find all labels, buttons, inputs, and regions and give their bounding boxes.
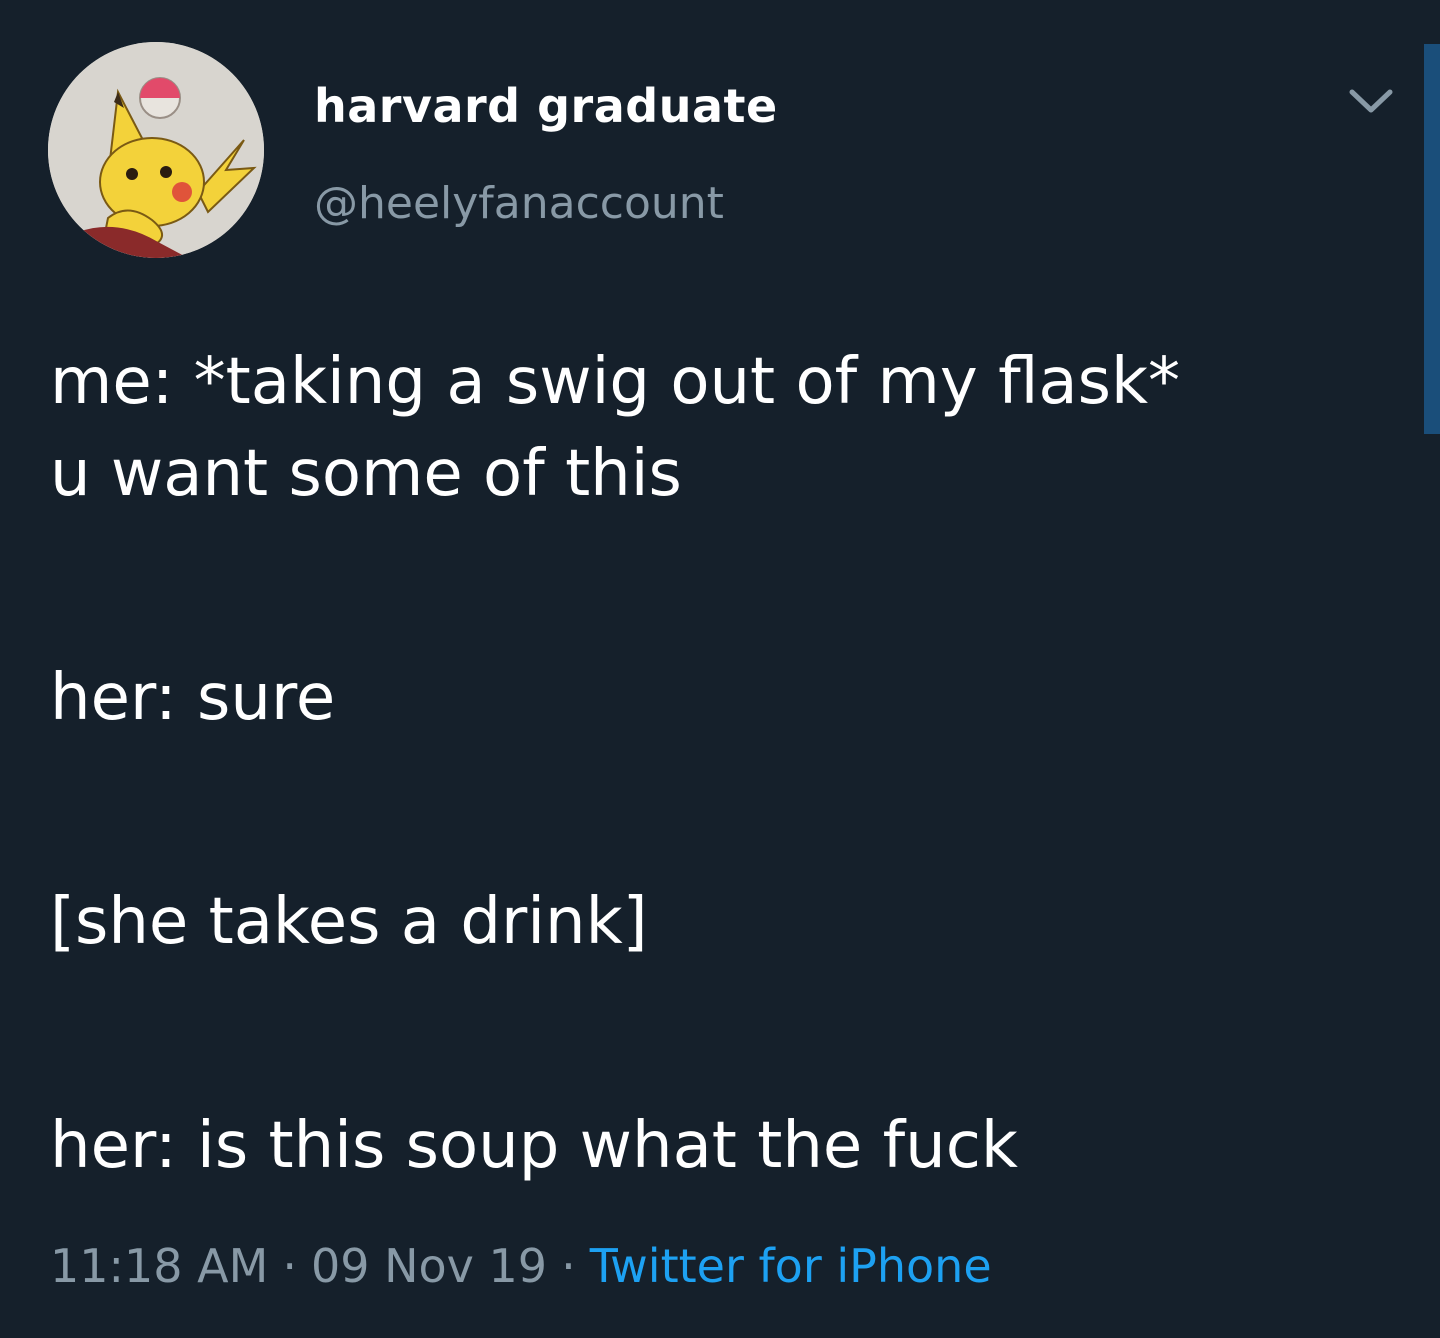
tweet-line: her: is this soup what the fuck: [50, 1109, 1018, 1183]
profile-avatar[interactable]: [48, 42, 264, 258]
separator-dot: ·: [561, 1239, 576, 1293]
pikachu-avatar-icon: [48, 42, 264, 258]
chevron-down-icon: [1349, 89, 1393, 113]
scrollbar[interactable]: [1424, 44, 1440, 434]
tweet-date[interactable]: 09 Nov 19: [311, 1239, 547, 1293]
separator-dot: ·: [282, 1239, 297, 1293]
tweet-line: u want some of this: [50, 437, 682, 511]
tweet-metadata: 11:18 AM · 09 Nov 19 · Twitter for iPhone: [50, 1236, 992, 1296]
user-handle[interactable]: @heelyfanaccount: [314, 176, 724, 232]
tweet-text: me: *taking a swig out of my flask* u wa…: [50, 336, 1410, 1192]
tweet-line: her: sure: [50, 661, 336, 735]
tweet: harvard graduate @heelyfanaccount me: *t…: [0, 0, 1440, 1338]
tweet-menu-button[interactable]: [1346, 82, 1396, 122]
display-name[interactable]: harvard graduate: [314, 76, 778, 136]
tweet-source-link[interactable]: Twitter for iPhone: [590, 1239, 992, 1293]
tweet-time[interactable]: 11:18 AM: [50, 1239, 268, 1293]
tweet-line: [she takes a drink]: [50, 885, 648, 959]
tweet-line: me: *taking a swig out of my flask*: [50, 345, 1180, 419]
